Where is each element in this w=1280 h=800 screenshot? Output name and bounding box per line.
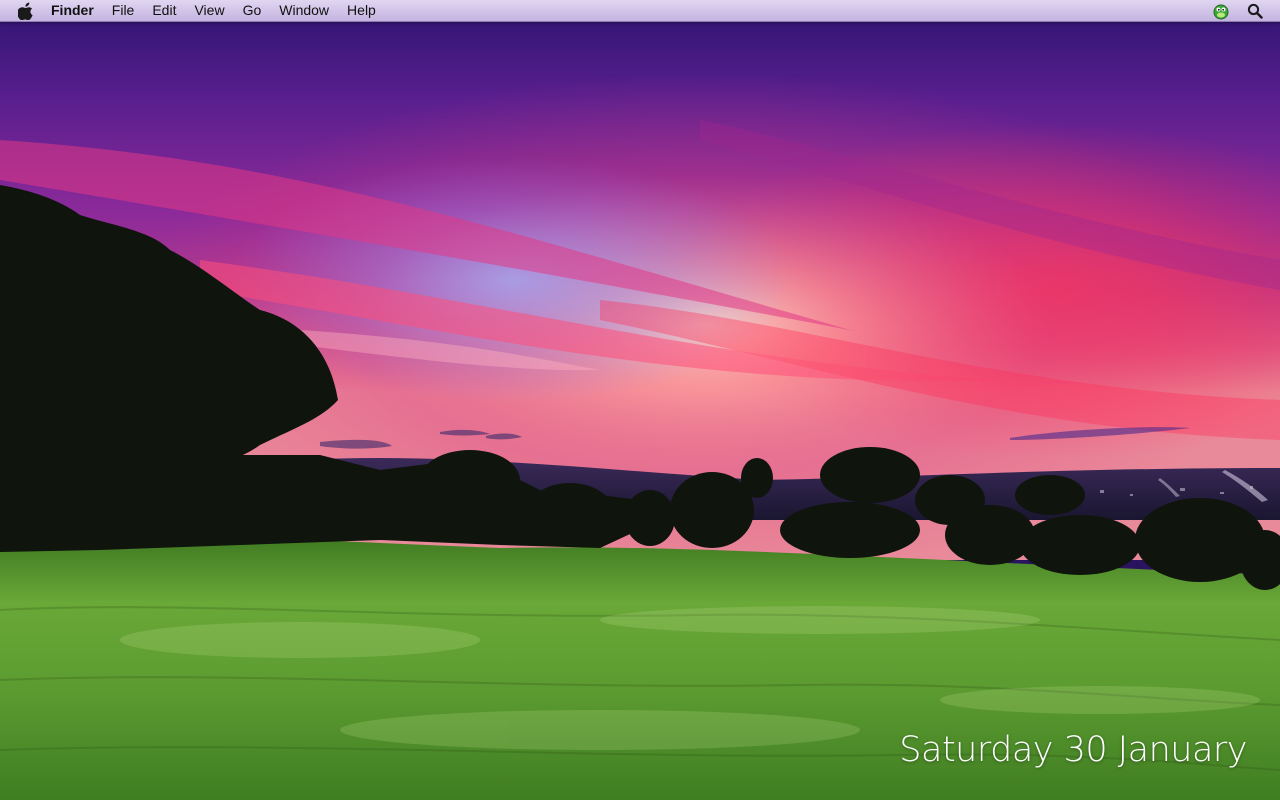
- menu-go[interactable]: Go: [234, 0, 271, 21]
- desktop-wallpaper: [0, 0, 1280, 800]
- green-creature-icon: [1213, 4, 1229, 19]
- menu-file[interactable]: File: [103, 0, 144, 21]
- menu-finder[interactable]: Finder: [42, 0, 103, 21]
- spotlight-search-icon: [1247, 3, 1263, 19]
- desktop[interactable]: Finder File Edit View Go Window Help Sat…: [0, 0, 1280, 800]
- menu-window[interactable]: Window: [270, 0, 338, 21]
- menu-extras: [1198, 0, 1280, 21]
- green-creature-status-button[interactable]: [1210, 0, 1232, 21]
- desktop-date-label: Saturday 30 January: [899, 730, 1247, 770]
- spotlight-button[interactable]: [1244, 0, 1266, 21]
- apple-menu-button[interactable]: [10, 0, 42, 21]
- menu-edit[interactable]: Edit: [143, 0, 185, 21]
- menu-help[interactable]: Help: [338, 0, 385, 21]
- apple-icon: [18, 2, 33, 20]
- menu-view[interactable]: View: [185, 0, 233, 21]
- menu-bar: Finder File Edit View Go Window Help: [0, 0, 1280, 22]
